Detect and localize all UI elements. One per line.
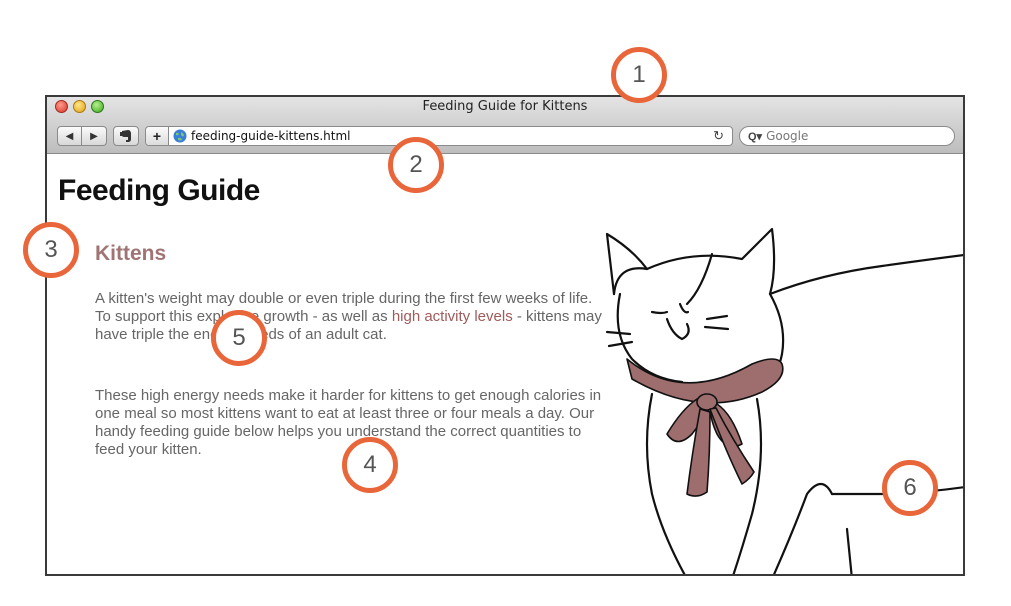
nav-buttons: ◀ ▶ xyxy=(57,126,107,146)
search-icon: Q▾ xyxy=(748,130,763,143)
address-bar[interactable]: + feeding-guide-kittens.html ↻ xyxy=(145,126,733,146)
back-button[interactable]: ◀ xyxy=(57,126,82,146)
browser-window: Feeding Guide for Kittens ◀ ▶ + feeding-… xyxy=(45,95,965,576)
callout-5: 5 xyxy=(211,310,267,366)
url-text: feeding-guide-kittens.html xyxy=(191,129,351,143)
add-bookmark-button[interactable]: + xyxy=(146,127,169,145)
globe-icon xyxy=(173,129,187,143)
evernote-button[interactable] xyxy=(113,126,139,146)
search-field[interactable]: Q▾ Google xyxy=(739,126,955,146)
reload-icon[interactable]: ↻ xyxy=(713,128,724,144)
callout-1: 1 xyxy=(611,47,667,103)
highlight-text: high activity levels xyxy=(391,308,513,325)
window-title: Feeding Guide for Kittens xyxy=(422,99,588,114)
forward-arrow-icon: ▶ xyxy=(90,130,98,142)
callout-3: 3 xyxy=(23,222,79,278)
page-title: Feeding Guide xyxy=(58,174,260,207)
intro-paragraph: A kitten's weight may double or even tri… xyxy=(95,290,610,344)
back-arrow-icon: ◀ xyxy=(65,130,74,142)
callout-2: 2 xyxy=(388,137,444,193)
forward-button[interactable]: ▶ xyxy=(82,126,107,146)
callout-4: 4 xyxy=(342,437,398,493)
title-bar: Feeding Guide for Kittens ◀ ▶ + feeding-… xyxy=(47,97,963,154)
section-title: Kittens xyxy=(95,242,167,265)
callout-6: 6 xyxy=(882,460,938,516)
kitten-illustration xyxy=(605,227,963,574)
evernote-icon xyxy=(120,130,131,142)
page-content: Feeding Guide Kittens A kitten's weight … xyxy=(47,154,963,574)
search-placeholder: Google xyxy=(766,129,809,143)
toolbar: ◀ ▶ + feeding-guide-kittens.html ↻ Q▾ Go… xyxy=(57,124,955,148)
